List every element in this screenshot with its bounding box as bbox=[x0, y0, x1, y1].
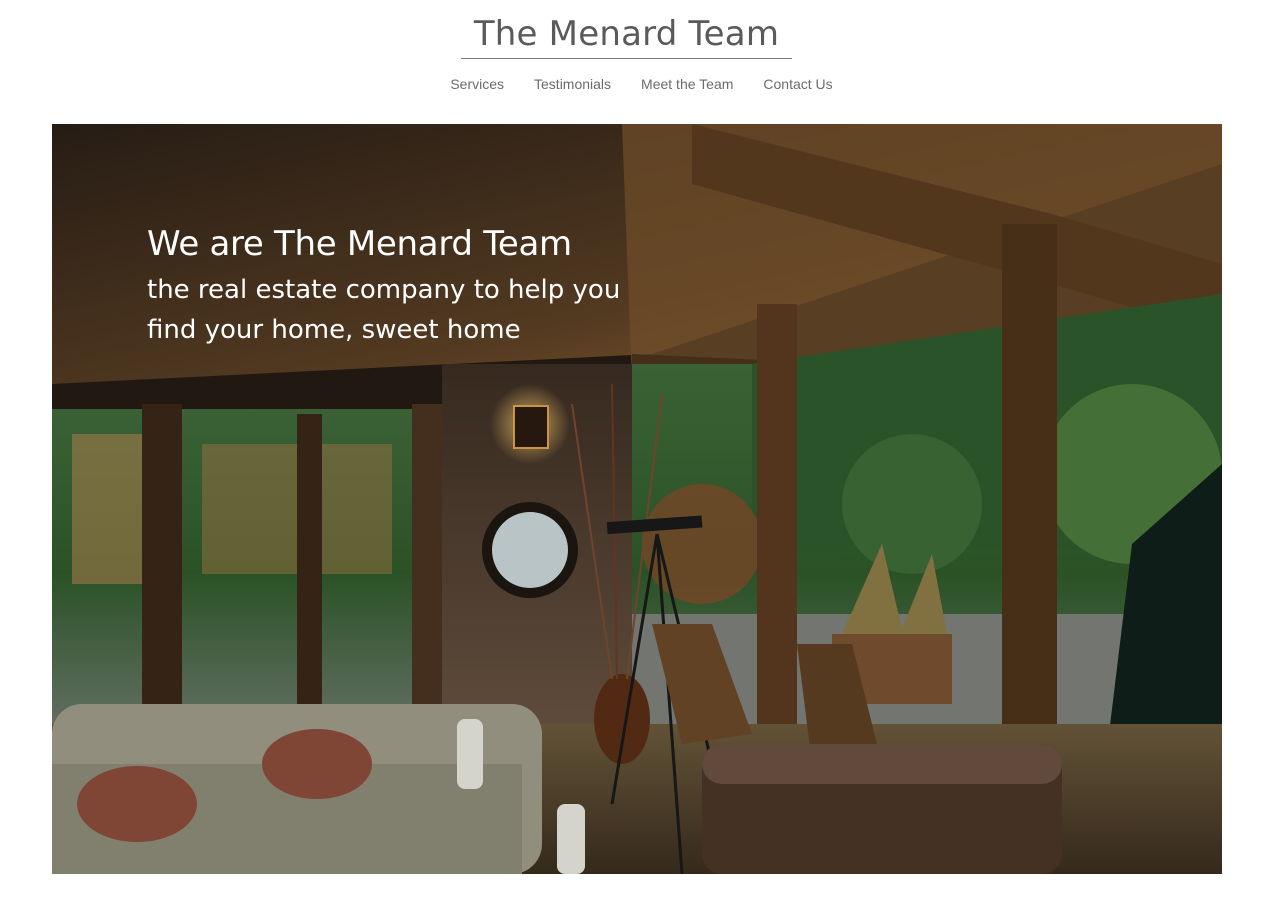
hero-banner: We are The Menard Team the real estate c… bbox=[52, 124, 1222, 874]
site-header: The Menard Team Services Testimonials Me… bbox=[0, 0, 1281, 124]
hero-text: We are The Menard Team the real estate c… bbox=[147, 220, 707, 350]
nav-services[interactable]: Services bbox=[450, 72, 504, 96]
hero-title: We are The Menard Team bbox=[147, 224, 572, 264]
brand-title[interactable]: The Menard Team bbox=[461, 12, 792, 59]
hero-subtitle: the real estate company to help you find… bbox=[147, 275, 621, 345]
nav-meet-the-team[interactable]: Meet the Team bbox=[641, 72, 733, 96]
main-nav: Services Testimonials Meet the Team Cont… bbox=[0, 72, 1281, 96]
nav-contact-us[interactable]: Contact Us bbox=[763, 72, 832, 96]
nav-testimonials[interactable]: Testimonials bbox=[534, 72, 611, 96]
